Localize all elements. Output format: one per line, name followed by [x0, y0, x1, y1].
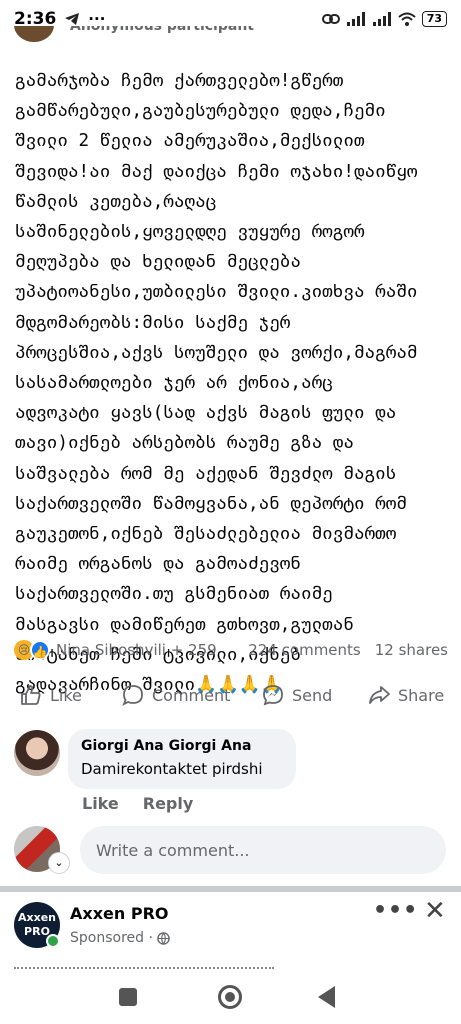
- comments-count[interactable]: 224 comments: [248, 641, 360, 659]
- back-button[interactable]: [318, 986, 335, 1008]
- signal-2-icon: [372, 12, 391, 26]
- comment-reply-button[interactable]: Reply: [143, 794, 194, 813]
- thumbs-up-icon: [21, 685, 41, 705]
- share-icon: [369, 686, 390, 704]
- share-button[interactable]: Share: [368, 684, 444, 706]
- post-header: Anonymous participant: [0, 26, 461, 44]
- chevron-down-icon[interactable]: ⌄: [48, 852, 70, 874]
- comment-text: Damirekontaktet pirdshi: [81, 760, 263, 778]
- post-actions: Like Comment Send Share: [0, 676, 461, 714]
- like-label: Like: [50, 685, 82, 705]
- post-stats: 224 comments 12 shares: [248, 641, 448, 659]
- commenter-avatar[interactable]: [14, 730, 60, 776]
- feed-divider: [0, 886, 461, 892]
- comment-input[interactable]: [80, 826, 446, 874]
- like-reaction-icon: 👍: [30, 640, 50, 660]
- comment-like-button[interactable]: Like: [82, 794, 119, 813]
- link-icon: [321, 14, 340, 24]
- globe-icon: [157, 931, 170, 945]
- shares-count[interactable]: 12 shares: [375, 641, 448, 659]
- like-button[interactable]: Like: [20, 684, 82, 706]
- signal-icon: [346, 12, 365, 26]
- send-label: Send: [292, 685, 333, 705]
- ad-text-clipped: [14, 964, 454, 974]
- comment-label: Comment: [152, 685, 231, 705]
- comment-icon: [122, 685, 143, 706]
- system-nav-bar: [0, 974, 461, 1024]
- reactions-row[interactable]: 😢 👍 Nina Siboshvili + 259 224 comments 1…: [14, 638, 448, 662]
- status-right-icons: 73: [321, 11, 447, 27]
- recents-button[interactable]: [119, 988, 137, 1006]
- post-body: გამარჯობა ჩემო ქართველებო!გწერთ გამწარებ…: [15, 71, 418, 696]
- battery-icon: 73: [421, 11, 447, 27]
- messenger-icon: [263, 685, 283, 706]
- reaction-names[interactable]: Nina Siboshvili + 259: [56, 641, 217, 659]
- sponsored-label: Sponsored ·: [70, 930, 170, 946]
- send-button[interactable]: Send: [262, 684, 332, 706]
- sponsored-text: Sponsored ·: [70, 930, 153, 946]
- advertiser-name[interactable]: Axxen PRO: [70, 904, 168, 923]
- wifi-icon: [398, 12, 416, 26]
- comment-author[interactable]: Giorgi Ana Giorgi Ana: [81, 737, 283, 755]
- author-name[interactable]: Anonymous participant: [70, 26, 254, 34]
- more-options-icon[interactable]: •••: [373, 898, 418, 923]
- home-button[interactable]: [218, 985, 242, 1009]
- share-label: Share: [398, 685, 445, 705]
- telegram-icon: [65, 13, 80, 25]
- author-avatar[interactable]: [14, 26, 54, 42]
- close-icon[interactable]: ✕: [424, 896, 446, 926]
- online-indicator: [46, 934, 60, 948]
- comment-meta: Like Reply: [82, 794, 193, 813]
- advertiser-avatar-text: Axxen: [18, 911, 56, 924]
- comment-button[interactable]: Comment: [122, 684, 230, 706]
- comment-bubble[interactable]: Giorgi Ana Giorgi Ana Damirekontaktet pi…: [68, 729, 296, 789]
